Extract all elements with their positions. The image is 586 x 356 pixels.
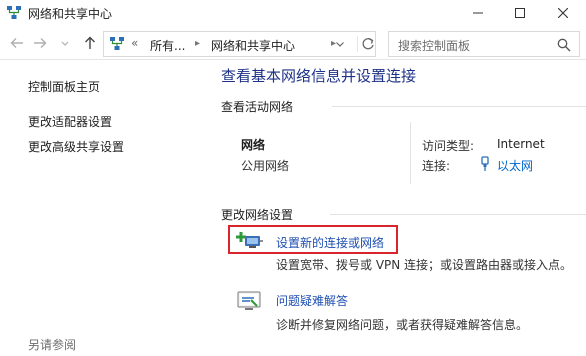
vertical-divider	[410, 122, 411, 184]
control-panel-icon	[109, 36, 125, 52]
refresh-icon[interactable]	[357, 36, 374, 52]
up-arrow-icon[interactable]	[83, 36, 97, 50]
search-icon[interactable]	[557, 38, 571, 52]
troubleshoot-icon[interactable]	[236, 290, 264, 312]
troubleshoot-link[interactable]: 问题疑难解答	[276, 292, 348, 309]
network-center-icon	[6, 5, 22, 21]
network-type: 公用网络	[241, 159, 290, 173]
search-placeholder: 搜索控制面板	[398, 39, 471, 53]
control-panel-home-link[interactable]: 控制面板主页	[28, 78, 100, 95]
search-input[interactable]: 搜索控制面板	[388, 31, 580, 57]
navigation-bar: « 所有... ▸ 网络和共享中心 ▸ 搜索控制面板	[0, 28, 586, 60]
access-type-label: 访问类型:	[422, 139, 475, 153]
connection-label: 连接:	[422, 159, 451, 173]
breadcrumb-current[interactable]: 网络和共享中心	[211, 37, 295, 54]
chevron-right-icon[interactable]: ▸	[195, 38, 200, 49]
access-type-value: Internet	[497, 137, 545, 151]
forward-arrow-icon[interactable]	[33, 36, 47, 50]
back-arrow-icon[interactable]	[10, 36, 24, 50]
change-adapter-settings-link[interactable]: 更改适配器设置	[28, 113, 112, 130]
highlight-box	[228, 225, 398, 254]
maximize-button[interactable]	[498, 0, 542, 26]
network-name: 网络	[241, 138, 266, 152]
change-settings-heading: 更改网络设置	[221, 208, 294, 222]
breadcrumb-all[interactable]: 所有...	[150, 37, 185, 54]
change-advanced-sharing-link[interactable]: 更改高级共享设置	[28, 138, 124, 155]
page-title: 查看基本网络信息并设置连接	[221, 67, 417, 85]
ethernet-icon	[479, 156, 491, 172]
title-bar: 网络和共享中心	[0, 0, 586, 26]
section-divider	[332, 106, 586, 107]
setup-new-connection-description: 设置宽带、拨号或 VPN 连接；或设置路由器或接入点。	[276, 258, 573, 272]
section-divider	[330, 214, 586, 215]
close-button[interactable]	[541, 0, 585, 26]
breadcrumb-overflow[interactable]: «	[131, 36, 138, 50]
troubleshoot-description: 诊断并修复网络问题，或者获得疑难解答信息。	[276, 318, 529, 332]
recent-locations-icon[interactable]	[60, 36, 70, 50]
minimize-button[interactable]	[456, 0, 500, 26]
chevron-down-icon[interactable]	[335, 36, 347, 55]
see-also-heading: 另请参阅	[28, 338, 77, 352]
ethernet-link[interactable]: 以太网	[497, 157, 533, 174]
window-title: 网络和共享中心	[28, 7, 113, 21]
address-bar[interactable]: « 所有... ▸ 网络和共享中心 ▸	[103, 31, 376, 57]
active-networks-heading: 查看活动网络	[221, 100, 294, 114]
